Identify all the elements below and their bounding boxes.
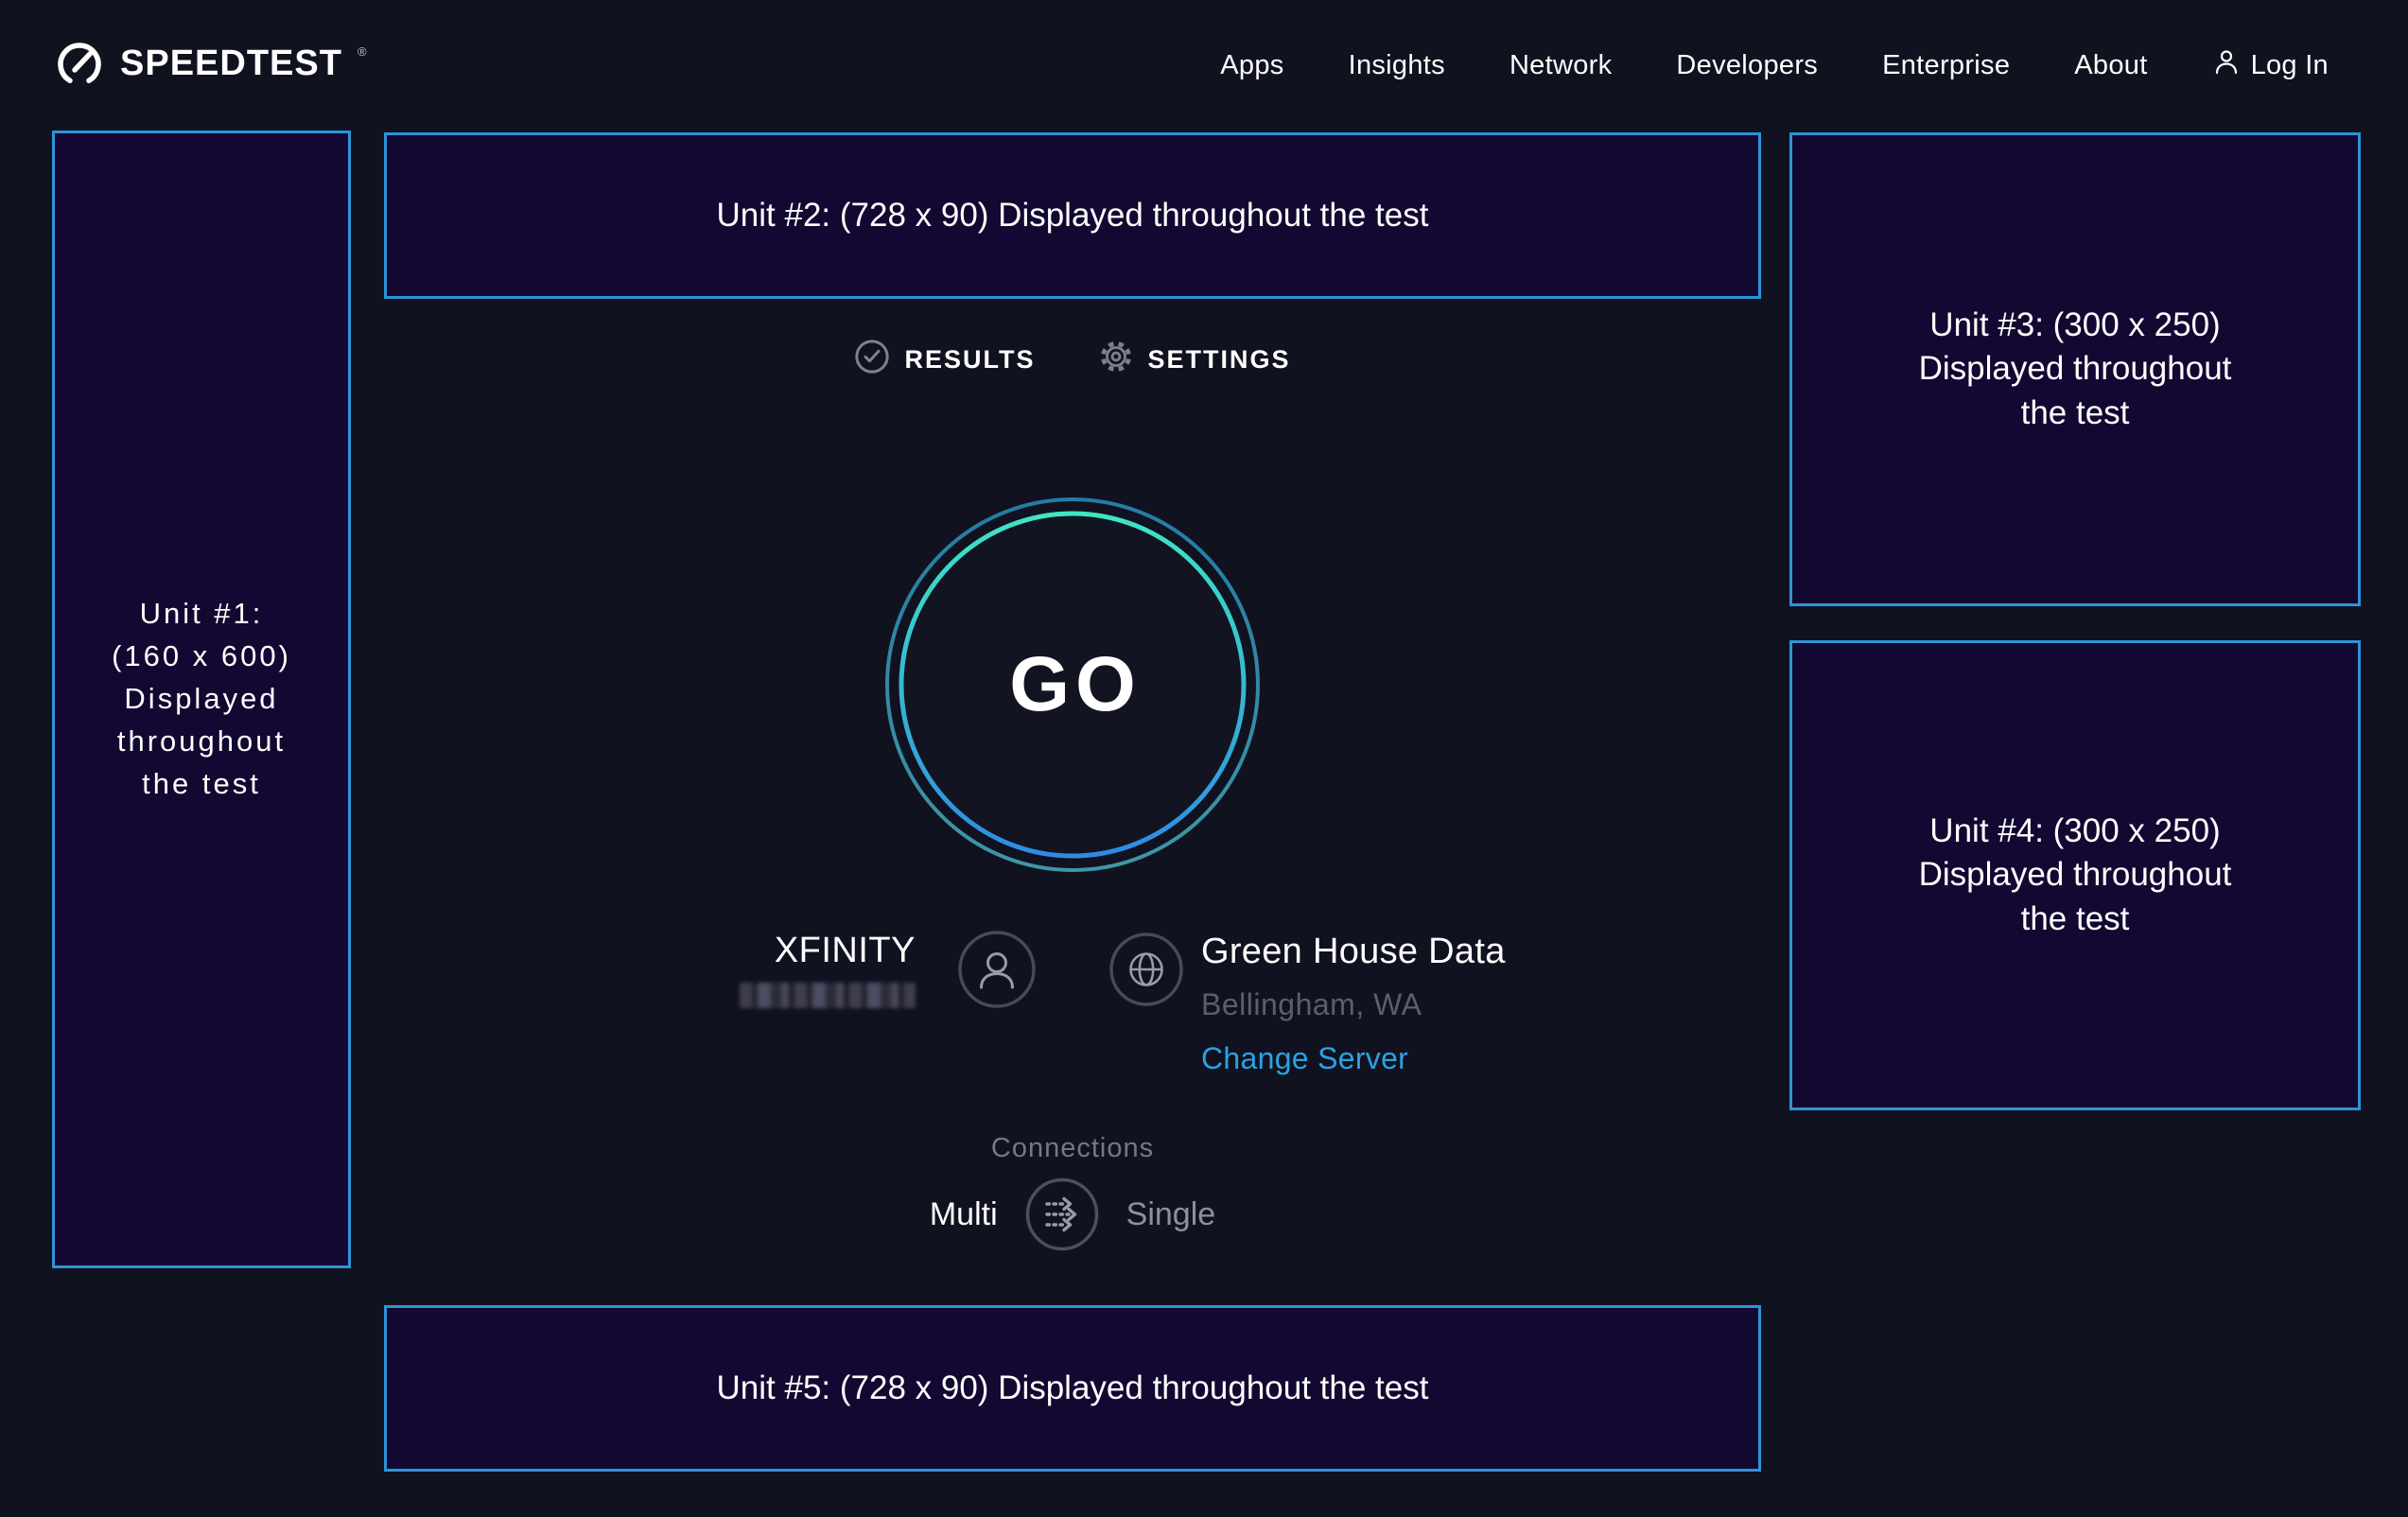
tab-results[interactable]: RESULTS (854, 339, 1035, 381)
brand-logo[interactable]: SPEEDTEST ® (52, 36, 365, 96)
connections-single-option[interactable]: Single (1126, 1196, 1216, 1233)
gear-icon (1098, 339, 1134, 381)
go-button[interactable]: GO (883, 496, 1262, 874)
trademark-mark: ® (358, 45, 367, 58)
brand-name: SPEEDTEST (120, 36, 342, 91)
server-info: Green House Data Bellingham, WA Change S… (1201, 931, 1506, 1076)
nav-item-about[interactable]: About (2074, 50, 2147, 81)
connections-multi-option[interactable]: Multi (930, 1196, 998, 1233)
ad-unit-2-label: Unit #2: (728 x 90) Displayed throughout… (717, 194, 1429, 237)
tab-settings[interactable]: SETTINGS (1098, 339, 1291, 381)
connections-toggle-row: Multi Single (384, 1177, 1761, 1252)
go-button-label: GO (1003, 640, 1142, 729)
nav-item-network[interactable]: Network (1509, 50, 1612, 81)
tab-settings-label: SETTINGS (1148, 345, 1291, 375)
nav-links: Apps Insights Network Developers Enterpr… (1220, 47, 2329, 83)
top-nav-bar: SPEEDTEST ® Apps Insights Network Develo… (0, 0, 2408, 131)
connections-heading: Connections (384, 1133, 1761, 1164)
nav-item-enterprise[interactable]: Enterprise (1882, 50, 2010, 81)
results-settings-tabs: RESULTS SETTINGS (384, 339, 1761, 381)
isp-info: XFINITY (740, 931, 916, 1008)
ad-unit-2[interactable]: Unit #2: (728 x 90) Displayed throughout… (384, 132, 1761, 299)
ad-unit-3[interactable]: Unit #3: (300 x 250) Displayed throughou… (1789, 132, 2361, 606)
ad-unit-5-label: Unit #5: (728 x 90) Displayed throughout… (717, 1367, 1429, 1410)
isp-name: XFINITY (740, 931, 916, 971)
ad-unit-3-label: Unit #3: (300 x 250) Displayed throughou… (1919, 304, 2232, 435)
nav-item-developers[interactable]: Developers (1676, 50, 1818, 81)
login-label: Log In (2251, 50, 2329, 81)
login-button[interactable]: Log In (2212, 47, 2329, 83)
speedtest-gauge-icon (52, 36, 107, 96)
ad-unit-1-label: Unit #1: (160 x 600) Displayed throughou… (112, 593, 291, 806)
tab-results-label: RESULTS (904, 345, 1035, 375)
nav-item-apps[interactable]: Apps (1220, 50, 1283, 81)
server-globe-icon (1108, 932, 1184, 1012)
nav-item-insights[interactable]: Insights (1349, 50, 1445, 81)
ad-unit-4[interactable]: Unit #4: (300 x 250) Displayed throughou… (1789, 640, 2361, 1110)
change-server-link[interactable]: Change Server (1201, 1041, 1506, 1076)
server-name: Green House Data (1201, 931, 1506, 972)
isp-user-icon (957, 930, 1037, 1014)
server-location: Bellingham, WA (1201, 987, 1506, 1022)
connections-toggle-icon[interactable] (1024, 1177, 1100, 1252)
ad-unit-1[interactable]: Unit #1: (160 x 600) Displayed throughou… (52, 131, 351, 1268)
ad-unit-5[interactable]: Unit #5: (728 x 90) Displayed throughout… (384, 1305, 1761, 1472)
user-icon (2212, 47, 2241, 83)
check-circle-icon (854, 339, 890, 381)
ad-unit-4-label: Unit #4: (300 x 250) Displayed throughou… (1919, 810, 2232, 941)
redacted-isp-detail (740, 983, 916, 1008)
